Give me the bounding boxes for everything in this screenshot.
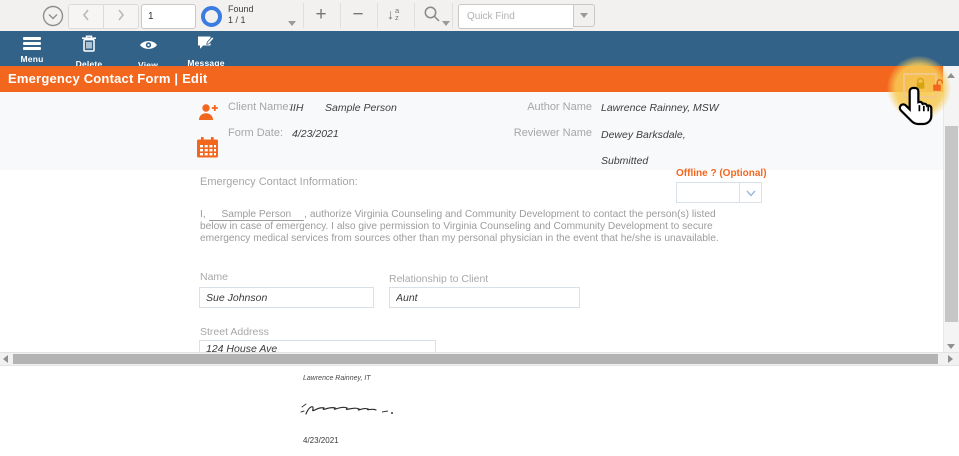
signature-date: 4/23/2021	[303, 436, 339, 445]
search-icon	[423, 5, 441, 28]
app-window: Found 1 / 1 + − ↓ a z	[0, 0, 959, 456]
sort-arrow-icon: ↓	[387, 7, 394, 21]
top-toolbar: Found 1 / 1 + − ↓ a z	[0, 0, 959, 32]
scroll-right-arrow-icon[interactable]	[948, 355, 953, 363]
offline-label: Offline ? (Optional)	[676, 168, 767, 179]
client-name-value: Sample Person	[325, 102, 397, 114]
authorization-paragraph: I, Sample Person, authorize Virginia Cou…	[200, 209, 722, 246]
delete-button[interactable]: Delete	[67, 35, 111, 69]
client-name-label: Client Name:	[228, 101, 292, 113]
form-title-bar: Emergency Contact Form | Edit	[0, 66, 959, 92]
contact-name-input[interactable]	[199, 287, 374, 308]
record-header: Client Name: IIH Sample Person Form Date…	[0, 92, 943, 170]
zoom-in-button[interactable]: +	[311, 2, 331, 28]
menu-label: Menu	[21, 54, 44, 64]
found-status: Found 1 / 1	[228, 4, 254, 26]
found-dropdown-caret-icon[interactable]	[288, 21, 296, 26]
next-record-button[interactable]	[103, 4, 139, 29]
collapse-menu-button[interactable]	[42, 5, 64, 32]
message-icon	[197, 35, 215, 56]
author-name-value: Lawrence Rainney, MSW	[601, 102, 719, 114]
street-address-label: Street Address	[200, 326, 269, 338]
signer-name: Lawrence Rainney, IT	[303, 375, 371, 382]
form-date-label: Form Date:	[228, 127, 283, 139]
plus-icon: +	[315, 4, 326, 26]
offline-select[interactable]	[676, 182, 762, 203]
vertical-scrollbar-thumb[interactable]	[945, 126, 958, 322]
search-dropdown-caret-icon[interactable]	[442, 21, 450, 26]
menu-icon	[23, 35, 41, 52]
chevron-left-icon	[82, 9, 90, 24]
author-name-label: Author Name	[500, 101, 592, 113]
toolbar-separator	[414, 3, 415, 28]
quick-find-input[interactable]	[458, 4, 573, 29]
zoom-out-button[interactable]: −	[348, 2, 368, 28]
record-nav-group	[68, 4, 139, 29]
section-label: Emergency Contact Information:	[200, 176, 358, 188]
hand-cursor-icon	[896, 86, 938, 137]
scroll-left-arrow-icon[interactable]	[3, 355, 8, 363]
toolbar-separator	[452, 3, 453, 28]
minus-icon: −	[352, 4, 363, 26]
menu-button[interactable]: Menu	[12, 35, 52, 64]
horizontal-scrollbar-thumb[interactable]	[13, 354, 938, 364]
quick-find-group	[458, 4, 595, 29]
scroll-down-arrow-icon[interactable]	[947, 344, 955, 349]
trash-icon	[81, 35, 97, 57]
chevron-down-icon	[746, 184, 756, 202]
page-title: Emergency Contact Form | Edit	[8, 71, 207, 86]
found-indicator-ring-icon	[201, 6, 222, 27]
found-count: 1 / 1	[228, 15, 254, 26]
eye-icon	[139, 38, 158, 56]
auth-prefix: I,	[200, 209, 206, 220]
relationship-input[interactable]	[389, 287, 580, 308]
form-date-value: 4/23/2021	[292, 128, 339, 140]
relationship-label: Relationship to Client	[389, 273, 488, 285]
status-value: Submitted	[601, 155, 648, 167]
found-label: Found	[228, 4, 254, 15]
toolbar-separator	[340, 3, 341, 28]
toolbar-separator	[303, 3, 304, 28]
view-button[interactable]: View	[128, 35, 168, 70]
message-button[interactable]: Message	[182, 35, 230, 68]
chevron-right-icon	[117, 9, 125, 24]
offline-select-dropdown[interactable]	[739, 183, 761, 202]
auth-client-name: Sample Person	[209, 209, 305, 221]
search-button[interactable]	[421, 5, 443, 27]
caret-down-icon	[580, 13, 588, 18]
client-program-value: IIH	[290, 102, 303, 114]
calendar-icon[interactable]	[197, 137, 218, 163]
quick-find-dropdown-button[interactable]	[573, 4, 595, 27]
signature-image	[300, 397, 410, 428]
chevron-down-circle-icon	[42, 14, 64, 31]
page-number-input[interactable]	[141, 4, 196, 29]
contact-name-label: Name	[200, 271, 228, 283]
person-add-icon	[198, 103, 219, 127]
previous-record-button[interactable]	[68, 4, 103, 29]
sort-button[interactable]: ↓ a z	[387, 7, 399, 21]
offline-select-value	[677, 183, 739, 202]
action-toolbar: Menu Delete View Message	[0, 31, 959, 66]
toolbar-separator	[377, 3, 378, 28]
reviewer-name-label: Reviewer Name	[500, 127, 592, 139]
sort-az-icon: a z	[395, 7, 399, 21]
reviewer-name-value: Dewey Barksdale,	[601, 129, 686, 141]
